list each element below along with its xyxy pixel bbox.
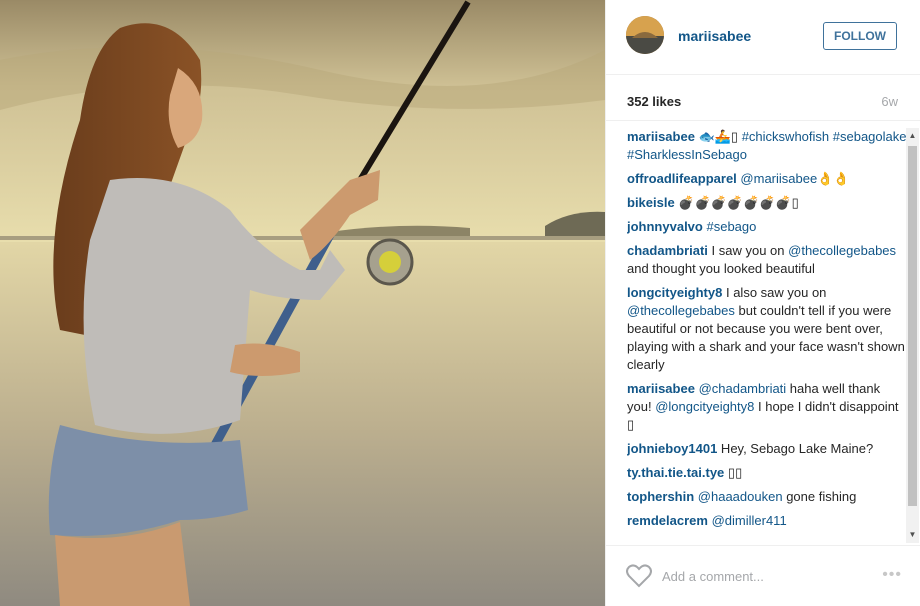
comment-text: Hey, Sebago Lake Maine? xyxy=(717,441,874,456)
hashtag-link[interactable]: #sebagolake xyxy=(833,129,907,144)
comment-item: johnnyvalvo #sebago xyxy=(627,218,907,236)
comment-item: chadambriati I saw you on @thecollegebab… xyxy=(627,242,907,278)
comments-scrollbar[interactable]: ▲ ▼ xyxy=(906,128,919,543)
photo-fishing-lake xyxy=(0,0,605,606)
mention-link[interactable]: @chadambriati xyxy=(699,381,787,396)
hashtag-link[interactable]: #SharklessInSebago xyxy=(627,147,747,162)
mention-link[interactable]: @thecollegebabes xyxy=(627,303,735,318)
follow-button[interactable]: FOLLOW xyxy=(823,22,897,50)
avatar-image xyxy=(626,16,664,54)
comment-username[interactable]: ty.thai.tie.tai.tye xyxy=(627,465,724,480)
comment-item: offroadlifeapparel @mariisabee👌👌 xyxy=(627,170,907,188)
comment-username[interactable]: johnnyvalvo xyxy=(627,219,703,234)
comment-item: tophershin @haaadouken gone fishing xyxy=(627,488,907,506)
comment-item: mariisabee @chadambriati haha well thank… xyxy=(627,380,907,434)
post-header: mariisabee FOLLOW xyxy=(606,0,920,75)
comment-text: I also saw you on xyxy=(722,285,827,300)
scroll-down-arrow-icon[interactable]: ▼ xyxy=(906,527,919,543)
likes-count[interactable]: 352 likes xyxy=(627,94,681,109)
comment-text: 👌👌 xyxy=(817,171,850,186)
comment-text: ▯▯ xyxy=(724,465,743,480)
mention-link[interactable]: @haaadouken xyxy=(698,489,783,504)
comment-username[interactable]: tophershin xyxy=(627,489,694,504)
scroll-up-arrow-icon[interactable]: ▲ xyxy=(906,128,919,144)
comment-text: gone fishing xyxy=(782,489,857,504)
comment-text: I saw you on xyxy=(707,243,789,258)
comment-item: mariisabee 🐟🚣▯ #chickswhofish #sebagolak… xyxy=(627,128,907,164)
avatar[interactable] xyxy=(626,16,664,54)
comment-text: and thought you looked beautiful xyxy=(627,261,815,276)
comment-item: ty.thai.tie.tai.tye ▯▯ xyxy=(627,464,907,482)
mention-link[interactable]: @longcityeighty8 xyxy=(655,399,754,414)
comment-footer: ••• xyxy=(606,545,920,606)
mention-link[interactable]: @dimiller411 xyxy=(712,513,787,528)
comment-username[interactable]: johnieboy1401 xyxy=(627,441,717,456)
comment-item: remdelacrem @dimiller411 xyxy=(627,512,907,530)
likes-row: 352 likes 6w xyxy=(606,76,920,121)
hashtag-link[interactable]: #sebago xyxy=(706,219,756,234)
comments-list[interactable]: mariisabee 🐟🚣▯ #chickswhofish #sebagolak… xyxy=(627,128,907,543)
mention-link[interactable]: @thecollegebabes xyxy=(788,243,896,258)
heart-icon[interactable] xyxy=(626,564,652,588)
comment-text: 💣💣💣💣💣💣💣▯ xyxy=(674,195,799,210)
more-options-icon[interactable]: ••• xyxy=(882,566,902,584)
comment-username[interactable]: offroadlifeapparel xyxy=(627,171,737,186)
comment-username[interactable]: mariisabee xyxy=(627,381,695,396)
mention-link[interactable]: @mariisabee xyxy=(740,171,817,186)
post-age[interactable]: 6w xyxy=(881,94,898,109)
comment-username[interactable]: chadambriati xyxy=(627,243,708,258)
comment-username[interactable]: bikeisle xyxy=(627,195,675,210)
hashtag-link[interactable]: #chickswhofish xyxy=(742,129,829,144)
comment-item: johnieboy1401 Hey, Sebago Lake Maine? xyxy=(627,440,907,458)
scrollbar-thumb[interactable] xyxy=(908,146,917,506)
post-details-panel: mariisabee FOLLOW 352 likes 6w mariisabe… xyxy=(605,0,920,606)
comment-item: bikeisle 💣💣💣💣💣💣💣▯ xyxy=(627,194,907,212)
post-photo[interactable] xyxy=(0,0,605,606)
comment-username[interactable]: mariisabee xyxy=(627,129,695,144)
add-comment-input[interactable] xyxy=(662,566,852,586)
comment-username[interactable]: remdelacrem xyxy=(627,513,708,528)
comment-text: 🐟🚣▯ xyxy=(694,129,742,144)
comment-username[interactable]: longcityeighty8 xyxy=(627,285,722,300)
post-username[interactable]: mariisabee xyxy=(678,28,751,44)
comment-item: longcityeighty8 I also saw you on @theco… xyxy=(627,284,907,374)
